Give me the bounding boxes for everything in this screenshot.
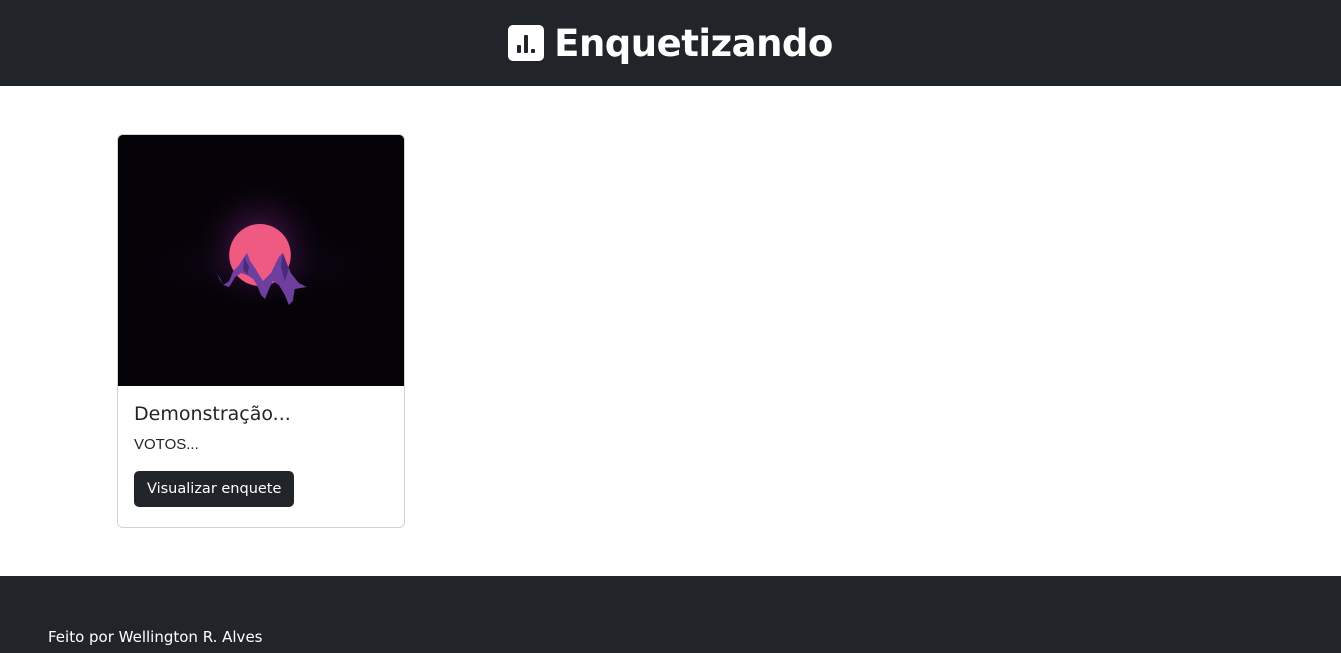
poll-title: Demonstração... [134, 403, 291, 425]
poll-card-body: Demonstração... VOTOS... Visualizar enqu… [118, 386, 404, 523]
poll-card: Demonstração... VOTOS... Visualizar enqu… [117, 134, 405, 528]
footer: Feito por Wellington R. Alves [0, 576, 1341, 653]
poll-votes-text: VOTOS... [134, 436, 199, 453]
bar-chart-icon [508, 25, 545, 61]
brand-title: Enquetizando [554, 21, 833, 65]
brand-link[interactable]: Enquetizando [508, 22, 833, 65]
view-poll-button[interactable]: Visualizar enquete [134, 471, 295, 507]
footer-credit: Feito por Wellington R. Alves [48, 628, 263, 646]
navbar: Enquetizando [0, 0, 1341, 86]
poll-card-image [118, 135, 404, 386]
